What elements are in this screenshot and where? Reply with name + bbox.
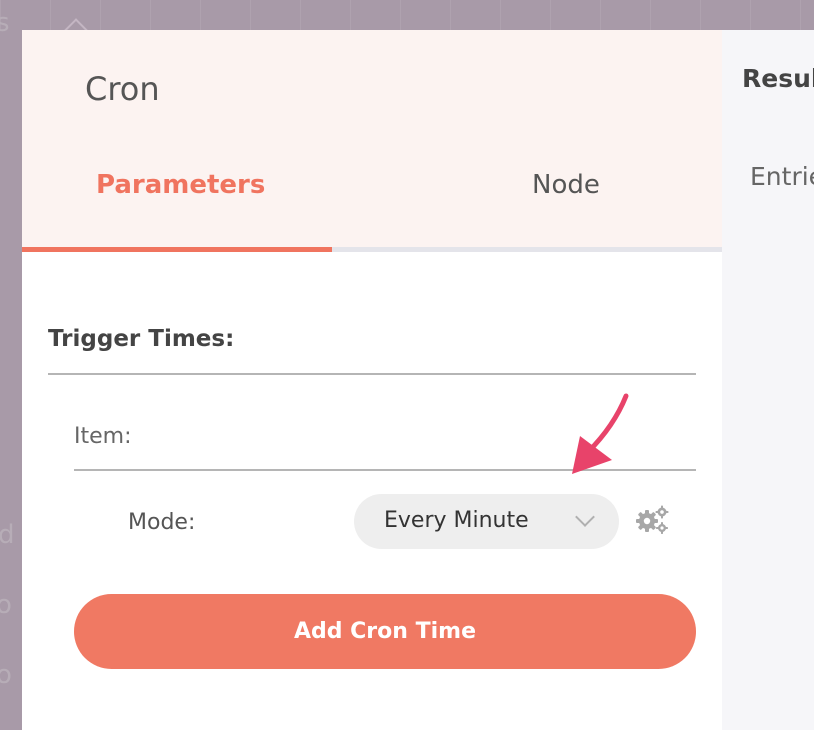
section-divider	[48, 373, 696, 375]
item-label: Item:	[74, 424, 132, 449]
mode-select[interactable]: Every Minute	[354, 494, 619, 549]
mode-select-value: Every Minute	[384, 508, 529, 533]
annotation-arrow	[572, 393, 629, 474]
tab-node[interactable]: Node	[532, 170, 600, 200]
canvas-text-fragment: s	[0, 8, 10, 38]
tab-active-indicator	[22, 247, 332, 252]
results-entries-label: Entrie	[750, 162, 814, 191]
add-cron-time-button[interactable]: Add Cron Time	[74, 594, 696, 669]
gears-icon[interactable]	[634, 504, 670, 534]
canvas-text-fragment: d	[0, 520, 15, 550]
trigger-times-label: Trigger Times:	[48, 326, 235, 352]
chevron-down-icon	[575, 507, 595, 527]
dialog-header: Cron Parameters Node	[22, 30, 722, 252]
tab-parameters[interactable]: Parameters	[96, 170, 265, 200]
canvas-text-fragment: o	[0, 590, 12, 620]
dialog-title: Cron	[85, 70, 160, 108]
results-panel: Resul Entrie	[722, 30, 814, 730]
results-title: Resul	[742, 64, 814, 93]
mode-label: Mode:	[128, 510, 196, 535]
canvas-text-fragment: o	[0, 660, 12, 690]
canvas-grid	[0, 0, 814, 30]
node-settings-dialog: Cron Parameters Node Trigger Times: Item…	[22, 30, 722, 730]
